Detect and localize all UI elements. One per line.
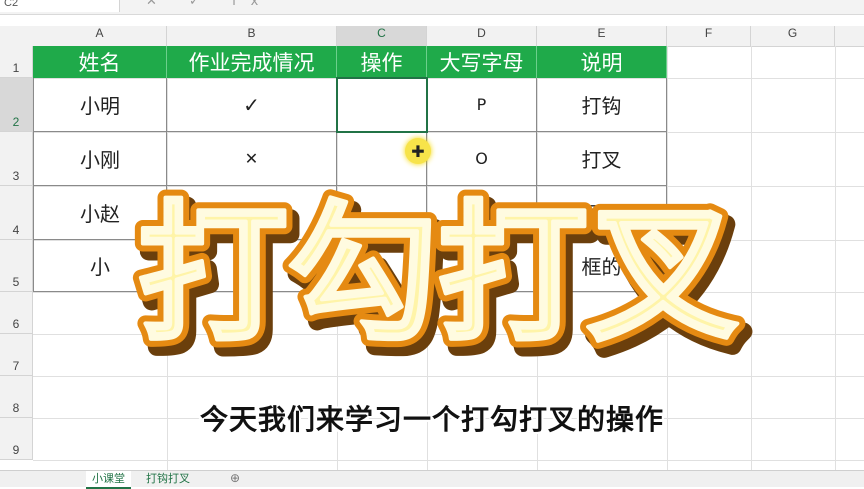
column-header-g[interactable]: G — [751, 26, 835, 46]
row-header-1[interactable]: 1 — [0, 46, 33, 78]
cell-b3[interactable]: ✕ — [167, 132, 337, 186]
header-homework-status[interactable]: 作业完成情况 — [167, 46, 337, 78]
row-header-7[interactable]: 7 — [0, 334, 33, 376]
add-sheet-icon[interactable]: ⊕ — [230, 471, 240, 487]
overlay-title-text: 打勾打叉 — [138, 188, 738, 358]
row-header-5[interactable]: 5 — [0, 240, 33, 292]
cell-e2[interactable]: 打钩 — [537, 78, 667, 132]
header-name[interactable]: 姓名 — [33, 46, 167, 78]
column-header-a[interactable]: A — [33, 26, 167, 46]
header-description[interactable]: 说明 — [537, 46, 667, 78]
column-header-e[interactable]: E — [537, 26, 667, 46]
column-header-row: A B C D E F G — [0, 26, 864, 47]
header-uppercase-letter[interactable]: 大写字母 — [427, 46, 537, 78]
overlay-title: 打勾打叉 打勾打叉 打勾打叉 — [130, 188, 753, 358]
column-header-c[interactable]: C — [337, 26, 427, 46]
sheet-tab-2[interactable]: 打钩打叉 — [140, 471, 196, 487]
column-header-b[interactable]: B — [167, 26, 337, 46]
row-header-6[interactable]: 6 — [0, 292, 33, 334]
formula-bar: C2 ✕ ✓ fx — [0, 0, 864, 15]
cell-b2[interactable]: ✓ — [167, 78, 337, 132]
column-header-d[interactable]: D — [427, 26, 537, 46]
row-header-2[interactable]: 2 — [0, 78, 33, 132]
row-header-4[interactable]: 4 — [0, 186, 33, 240]
row-header-3[interactable]: 3 — [0, 132, 33, 186]
sheet-tab-1[interactable]: 小课堂 — [86, 471, 131, 489]
cell-d3[interactable]: O — [427, 132, 537, 186]
cell-d2[interactable]: P — [427, 78, 537, 132]
sheet-tab-bar: 小课堂 打钩打叉 ⊕ — [0, 470, 864, 489]
formula-bar-icons[interactable]: ✕ ✓ fx — [146, 0, 272, 9]
cell-a3[interactable]: 小刚 — [33, 132, 167, 186]
name-box[interactable]: C2 — [0, 0, 120, 12]
active-cell-selection — [336, 77, 428, 133]
column-header-f[interactable]: F — [667, 26, 751, 46]
crosshair-plus-icon: ✚ — [405, 138, 431, 164]
header-operation[interactable]: 操作 — [337, 46, 427, 78]
cell-e3[interactable]: 打叉 — [537, 132, 667, 186]
cell-a2[interactable]: 小明 — [33, 78, 167, 132]
subtitle-caption: 今天我们来学习一个打勾打叉的操作 — [199, 403, 664, 436]
